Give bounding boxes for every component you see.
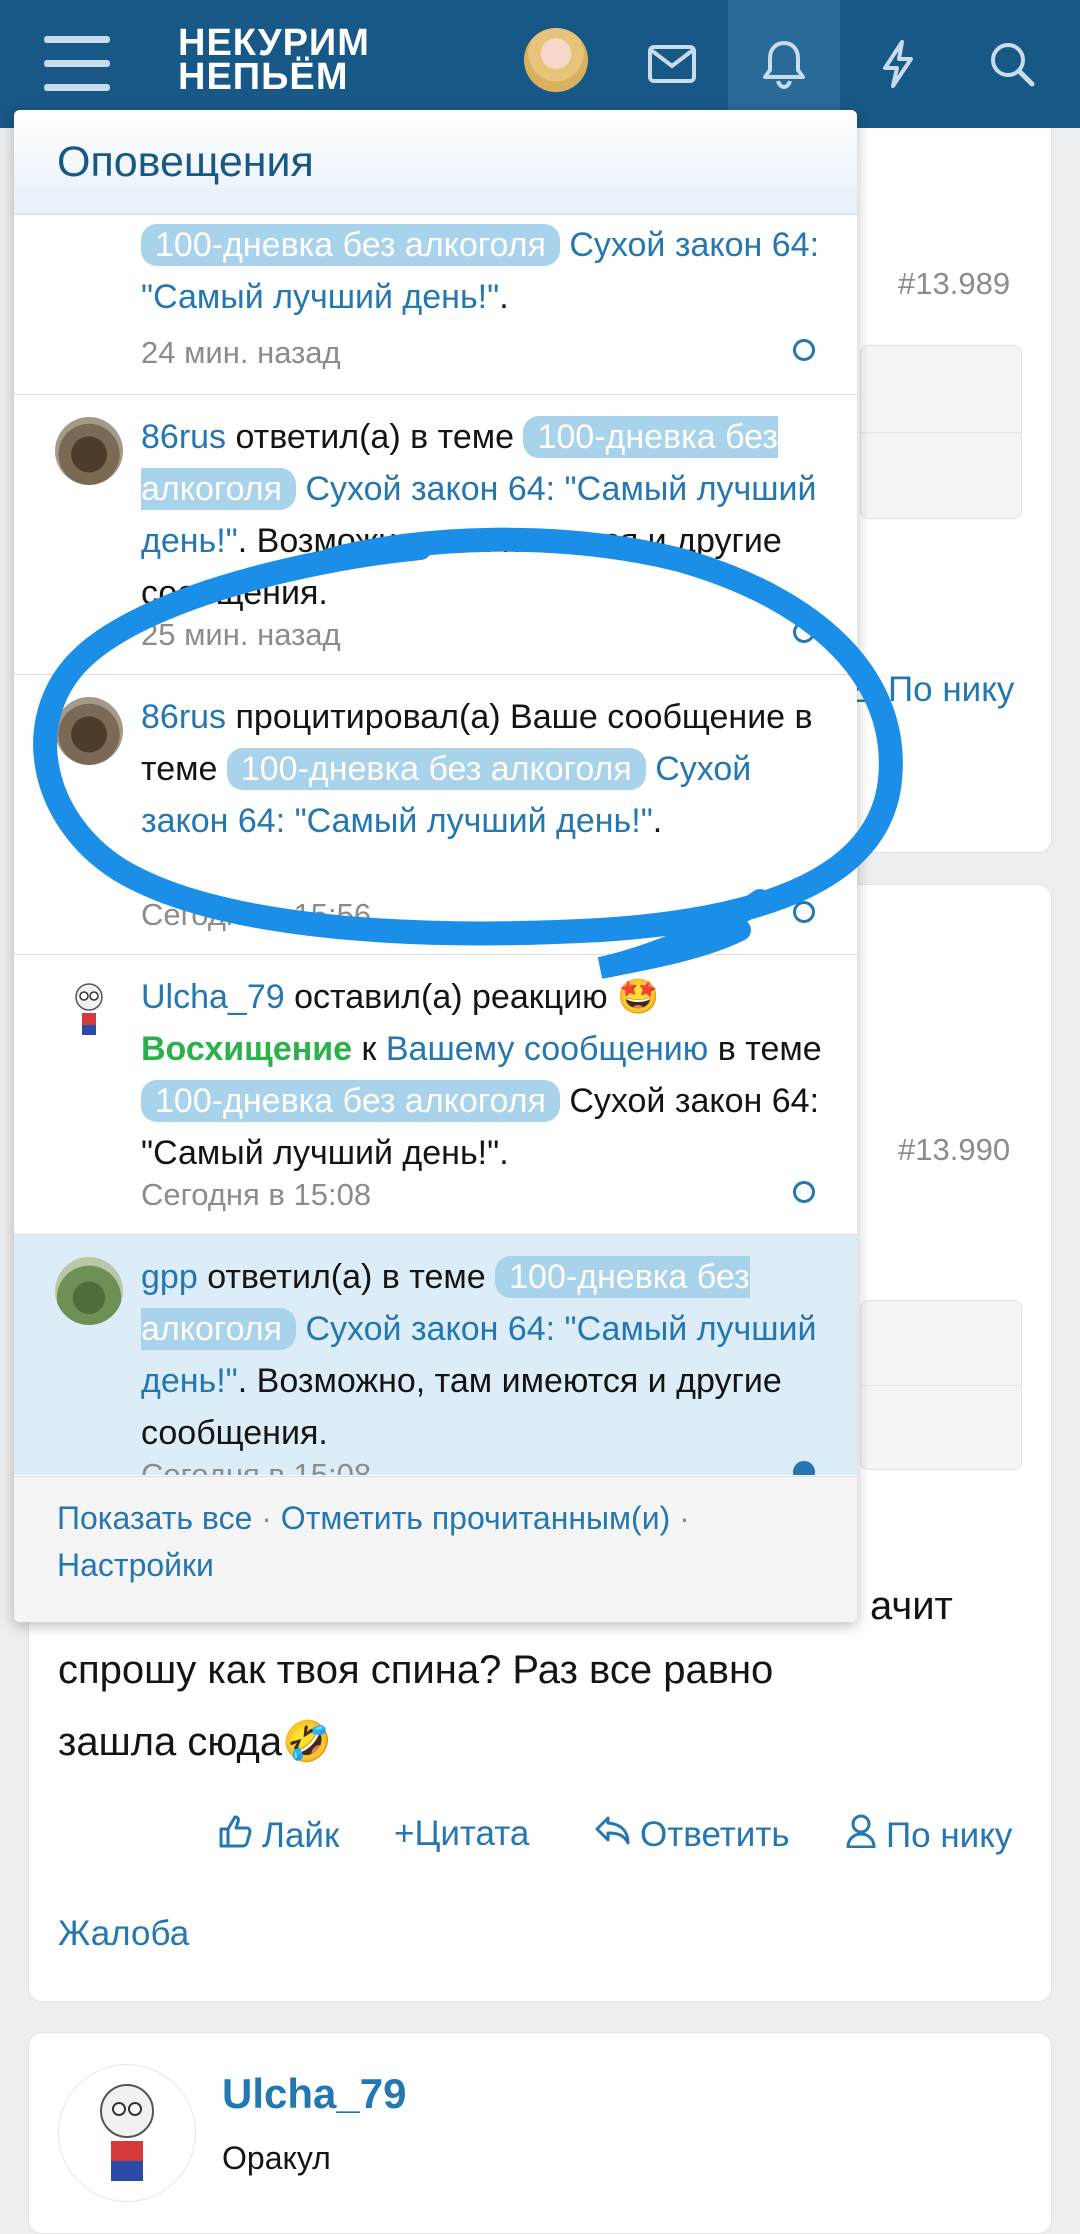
star-struck-emoji-icon: 🤩 <box>617 978 660 1016</box>
thread-prefix-tag[interactable]: 100-дневка без алкоголя <box>226 748 646 790</box>
notifications-dropdown: Оповещения 100-дневка без алкоголя Сухой… <box>14 110 857 1622</box>
by-nick-button[interactable]: По нику <box>848 668 1014 711</box>
quote-button[interactable]: +Цитата <box>394 1814 529 1854</box>
mark-read-link[interactable]: Отметить прочитанным(и) <box>281 1500 670 1536</box>
avatar[interactable] <box>55 417 123 485</box>
notification-time: Сегодня в 15:56 <box>141 897 372 932</box>
username[interactable]: gpp <box>141 1258 198 1296</box>
by-nick-label: По нику <box>886 1815 1013 1855</box>
notifications-list[interactable]: 100-дневка без алкоголя Сухой закон 64: … <box>14 215 857 1475</box>
mark-read-toggle[interactable] <box>793 1461 815 1475</box>
username[interactable]: Ulcha_79 <box>222 2070 406 2118</box>
post-number[interactable]: #13.989 <box>898 266 1010 302</box>
username[interactable]: 86rus <box>141 418 226 456</box>
by-nick-button[interactable]: По нику <box>846 1814 1012 1857</box>
notification-item[interactable]: 86rus ответил(а) в теме 100-дневка без а… <box>14 395 857 675</box>
like-label: Лайк <box>262 1815 340 1855</box>
avatar[interactable] <box>58 2064 196 2202</box>
notification-item[interactable]: gpp ответил(а) в теме 100-дневка без алк… <box>14 1235 857 1475</box>
thread-prefix-tag[interactable]: 100-дневка без алкоголя <box>141 224 560 266</box>
menu-icon[interactable] <box>44 36 110 92</box>
lightning-icon[interactable] <box>842 0 954 128</box>
dropdown-title: Оповещения <box>14 110 857 215</box>
username[interactable]: Ulcha_79 <box>141 978 285 1016</box>
search-icon[interactable] <box>956 0 1068 128</box>
avatar[interactable] <box>55 697 123 765</box>
reply-button[interactable]: Ответить <box>594 1814 790 1855</box>
user-icon <box>846 1814 876 1857</box>
by-nick-label: По нику <box>888 669 1015 709</box>
post-text-line: спрошу как твоя спина? Раз все равно <box>58 1648 774 1692</box>
mark-read-toggle[interactable] <box>793 1181 815 1203</box>
separator: · <box>679 1500 690 1536</box>
like-button[interactable]: Лайк <box>218 1814 339 1857</box>
settings-link[interactable]: Настройки <box>57 1547 214 1583</box>
your-post-link[interactable]: Вашему сообщению <box>386 1030 708 1068</box>
top-header: НЕКУРИМ НЕПЬЁМ <box>0 0 1080 146</box>
post-number[interactable]: #13.990 <box>898 1132 1010 1168</box>
quote-box <box>860 1300 1022 1470</box>
post-text-end: ачит <box>870 1584 953 1628</box>
mark-read-toggle[interactable] <box>793 901 815 923</box>
avatar[interactable] <box>55 1257 123 1325</box>
reply-label: Ответить <box>640 1814 790 1854</box>
notification-time: 24 мин. назад <box>141 335 341 370</box>
notification-time: Сегодня в 15:08 <box>141 1457 372 1475</box>
bell-icon[interactable] <box>728 0 840 146</box>
notification-item[interactable]: Ulcha_79 оставил(а) реакцию 🤩 Восхищение… <box>14 955 857 1235</box>
notification-time: 25 мин. назад <box>141 617 341 652</box>
quote-label: +Цитата <box>394 1814 530 1853</box>
user-title: Оракул <box>222 2140 331 2176</box>
notification-time: Сегодня в 15:08 <box>141 1177 372 1212</box>
show-all-link[interactable]: Показать все <box>57 1500 252 1536</box>
dropdown-footer: Показать все · Отметить прочитанным(и) ·… <box>14 1476 857 1622</box>
username[interactable]: 86rus <box>141 698 226 736</box>
site-logo[interactable]: НЕКУРИМ НЕПЬЁМ <box>178 24 370 96</box>
notification-item[interactable]: 86rus процитировал(а) Ваше сообщение в т… <box>14 675 857 955</box>
post-text-line: зашла сюда🤣 <box>58 1720 332 1764</box>
user-avatar[interactable] <box>524 28 588 92</box>
mark-read-toggle[interactable] <box>793 339 815 361</box>
notification-item[interactable]: 100-дневка без алкоголя Сухой закон 64: … <box>14 215 857 395</box>
thread-prefix-tag[interactable]: 100-дневка без алкоголя <box>141 1080 560 1122</box>
report-link[interactable]: Жалоба <box>58 1914 189 1954</box>
quote-box <box>860 345 1022 519</box>
thumbs-up-icon <box>218 1814 252 1857</box>
inbox-icon[interactable] <box>616 0 728 128</box>
mark-read-toggle[interactable] <box>793 621 815 643</box>
separator: · <box>261 1500 272 1536</box>
reply-icon <box>594 1814 630 1855</box>
avatar[interactable] <box>55 977 123 1045</box>
reaction-name: Восхищение <box>141 1030 353 1068</box>
